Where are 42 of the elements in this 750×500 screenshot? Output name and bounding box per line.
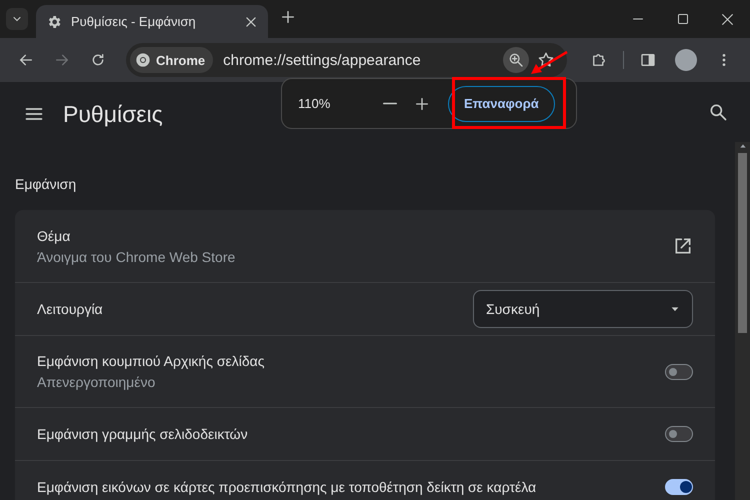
dropdown[interactable]: Συσκευή xyxy=(473,290,693,328)
scroll-up-arrow-icon[interactable] xyxy=(738,142,746,150)
setting-label: Εμφάνιση γραμμής σελιδοδεικτών xyxy=(37,426,249,442)
star-icon[interactable] xyxy=(537,51,555,69)
page-title: Ρυθμίσεις xyxy=(63,100,163,128)
external-link-icon[interactable] xyxy=(673,236,693,256)
annotation-arrow xyxy=(531,50,568,74)
forward-arrow-icon[interactable] xyxy=(54,52,70,68)
gear-icon xyxy=(46,14,62,30)
setting-label: Εμφάνιση εικόνων σε κάρτες προεπισκόπησης με τοποθέτηση δείκτη σε καρτέλα xyxy=(37,479,538,495)
toggle-switch[interactable] xyxy=(665,426,693,442)
browser-tab[interactable]: Ρυθμίσεις - Εμφάνιση xyxy=(36,5,268,38)
close-icon[interactable] xyxy=(721,12,734,26)
reload-icon[interactable] xyxy=(90,52,106,68)
close-icon[interactable] xyxy=(244,14,258,28)
puzzle-piece-icon[interactable] xyxy=(590,51,608,69)
setting-label: Θέμα xyxy=(37,228,72,244)
toggle-switch[interactable] xyxy=(665,364,693,380)
address-bar[interactable]: Chrome chrome://settings/appearance xyxy=(126,43,567,77)
section-title: Εμφάνιση xyxy=(15,176,78,192)
side-panel-icon[interactable] xyxy=(640,52,656,68)
site-chip[interactable]: Chrome xyxy=(130,47,214,73)
plus-icon xyxy=(414,96,430,112)
url-text: chrome://settings/appearance xyxy=(223,52,422,68)
zoom-button[interactable] xyxy=(503,47,529,73)
zoom-level: 110% xyxy=(298,96,332,111)
toggle-switch[interactable] xyxy=(665,479,693,495)
minus-icon xyxy=(383,102,397,105)
chrome-logo-icon xyxy=(135,52,151,68)
back-arrow-icon[interactable] xyxy=(18,52,34,68)
maximize-icon[interactable] xyxy=(676,13,688,25)
reset-button[interactable]: Επαναφορά xyxy=(448,86,555,122)
setting-label: Εμφάνιση κουμπιού Αρχικής σελίδας xyxy=(37,353,266,369)
tab-search-button[interactable] xyxy=(6,8,28,30)
zoom-icon xyxy=(508,52,524,68)
setting-description: Άνοιγμα του Chrome Web Store xyxy=(37,248,236,264)
avatar[interactable] xyxy=(675,49,697,71)
setting-label: Λειτουργία xyxy=(37,301,104,317)
scrollbar[interactable] xyxy=(735,142,750,500)
search-icon[interactable] xyxy=(708,102,728,122)
plus-icon[interactable] xyxy=(280,9,296,25)
setting-description: Απενεργοποιημένο xyxy=(37,374,156,390)
